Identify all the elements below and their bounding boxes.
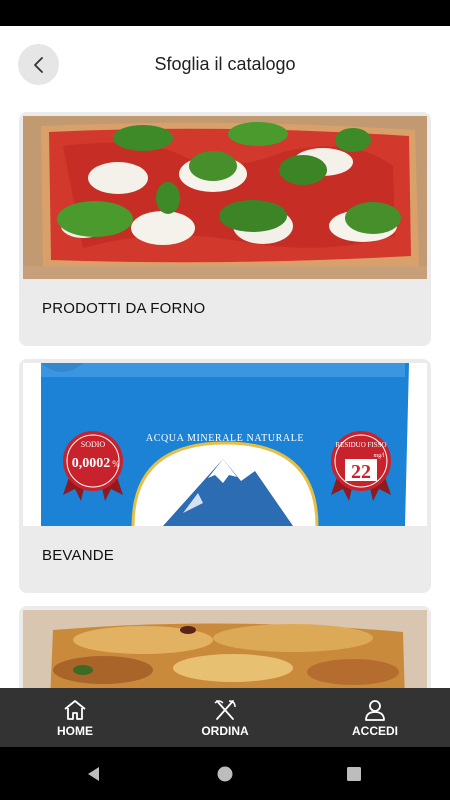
- residuo-seal: RESIDUO FISSO mg/l 22: [331, 431, 391, 501]
- sodio-unit: %: [112, 459, 120, 469]
- circle-home-icon: [217, 766, 233, 782]
- nav-home-label: HOME: [57, 723, 93, 738]
- nav-accedi[interactable]: ACCEDI: [300, 688, 450, 747]
- catalog-card-label: BEVANDE: [42, 547, 114, 564]
- user-icon: [365, 699, 385, 721]
- catalog-card-label: PRODOTTI DA FORNO: [42, 300, 206, 317]
- sodio-seal: SODIO 0,0002 %: [63, 431, 123, 501]
- sodio-title: SODIO: [81, 440, 106, 449]
- page-title: Sfoglia il catalogo: [154, 54, 296, 74]
- header: Sfoglia il catalogo: [0, 26, 450, 106]
- system-back-button[interactable]: [83, 763, 105, 785]
- catalog-card-lasagna[interactable]: [19, 606, 431, 688]
- residuo-title: RESIDUO FISSO: [335, 441, 386, 449]
- bottom-nav: HOME ORDINA ACCEDI: [0, 688, 450, 747]
- nav-home[interactable]: HOME: [0, 688, 150, 747]
- triangle-back-icon: [88, 767, 99, 781]
- catalog-card-bevande[interactable]: ACQUA MINERALE NATURALE SODIO 0,0002 % R…: [19, 359, 431, 593]
- home-icon: [64, 699, 86, 720]
- nav-accedi-label: ACCEDI: [351, 723, 398, 738]
- water-bottle-photo: ACQUA MINERALE NATURALE SODIO 0,0002 % R…: [23, 363, 427, 526]
- square-recents-icon: [347, 767, 361, 781]
- system-recents-button[interactable]: [343, 763, 365, 785]
- status-bar: [0, 0, 450, 26]
- water-brand-arc: ACQUA MINERALE NATURALE: [146, 433, 304, 444]
- residuo-value: 22: [351, 461, 371, 483]
- catalog-list[interactable]: PRODOTTI DA FORNO ACQUA MINERALE NATURAL…: [0, 106, 450, 688]
- lasagna-photo: [23, 610, 427, 688]
- system-nav-bar: [0, 747, 450, 800]
- cutlery-icon: [214, 699, 236, 720]
- sodio-value: 0,0002: [72, 456, 111, 471]
- nav-ordina-label: ORDINA: [201, 723, 249, 738]
- pizza-photo: [23, 116, 427, 279]
- system-home-button[interactable]: [214, 763, 236, 785]
- catalog-card-prodotti-da-forno[interactable]: PRODOTTI DA FORNO: [19, 112, 431, 346]
- residuo-unit: mg/l: [373, 453, 384, 459]
- nav-ordina[interactable]: ORDINA: [150, 688, 300, 747]
